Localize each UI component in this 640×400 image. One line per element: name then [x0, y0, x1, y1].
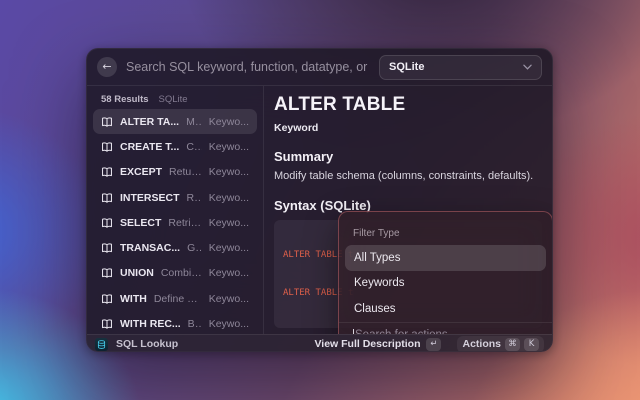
filter-option-clauses[interactable]: Clauses — [345, 296, 546, 322]
search-header: ← Search SQL keyword, function, datatype… — [87, 49, 552, 86]
results-list: 58 Results SQLite ALTER TA... Modify ta.… — [87, 86, 263, 334]
engine-dropdown-value: SQLite — [389, 61, 523, 73]
summary-text: Modify table schema (columns, constraint… — [274, 169, 542, 183]
list-item-transaction[interactable]: TRANSAC... Group st... Keywo... — [93, 235, 257, 260]
book-icon — [101, 318, 113, 330]
back-button[interactable]: ← — [97, 57, 117, 77]
item-accessory: Keywo... — [209, 242, 249, 254]
engine-dropdown[interactable]: SQLite — [379, 55, 542, 80]
item-accessory: Keywo... — [209, 166, 249, 178]
item-subtitle: Build rec... — [188, 318, 202, 330]
footer-actions: View Full Description ↵ Actions ⌘ K — [314, 336, 544, 353]
item-subtitle: Modify ta... — [186, 116, 202, 128]
item-accessory: Keywo... — [209, 293, 249, 305]
item-title: EXCEPT — [120, 166, 162, 178]
chevron-down-icon — [523, 64, 532, 70]
back-arrow-icon: ← — [102, 57, 111, 77]
filter-option-all-types[interactable]: All Types — [345, 245, 546, 271]
window-content: 58 Results SQLite ALTER TA... Modify ta.… — [87, 86, 552, 334]
item-accessory: Keywo... — [209, 116, 249, 128]
book-icon — [101, 192, 113, 204]
actions-button[interactable]: Actions ⌘ K — [457, 336, 544, 353]
item-accessory: Keywo... — [209, 192, 249, 204]
actions-search-input[interactable]: Search for actions... — [339, 322, 552, 335]
app-name: SQL Lookup — [116, 338, 178, 350]
item-title: ALTER TA... — [120, 116, 179, 128]
sql-lookup-window: ← Search SQL keyword, function, datatype… — [86, 48, 553, 352]
list-header: 58 Results SQLite — [87, 86, 263, 109]
item-subtitle: Group st... — [187, 242, 202, 254]
item-subtitle: Return rows f... — [169, 166, 202, 178]
results-engine: SQLite — [159, 94, 188, 105]
filter-type-label: Filter Type — [339, 212, 552, 245]
item-title: WITH — [120, 293, 147, 305]
results-count: 58 Results — [101, 94, 149, 105]
cmd-key-icon: ⌘ — [505, 338, 520, 351]
book-icon — [101, 217, 113, 229]
list-item-alter-table[interactable]: ALTER TA... Modify ta... Keywo... — [93, 109, 257, 134]
book-icon — [101, 267, 113, 279]
detail-type-badge: Keyword — [274, 122, 542, 134]
book-icon — [101, 141, 113, 153]
item-accessory: Keywo... — [209, 217, 249, 229]
list-item-with[interactable]: WITH Define one or m... Keywo... — [93, 286, 257, 311]
book-icon — [101, 166, 113, 178]
sql-lookup-app-icon — [95, 338, 108, 351]
item-accessory: Keywo... — [209, 267, 249, 279]
text-cursor — [353, 329, 354, 334]
list-item-with-recursive[interactable]: WITH REC... Build rec... Keywo... — [93, 311, 257, 334]
item-title: INTERSECT — [120, 192, 180, 204]
item-title: UNION — [120, 267, 154, 279]
book-icon — [101, 293, 113, 305]
item-accessory: Keywo... — [209, 318, 249, 330]
item-title: WITH REC... — [120, 318, 181, 330]
item-subtitle: Define one or m... — [154, 293, 202, 305]
list-item-create-table[interactable]: CREATE T... Create a... Keywo... — [93, 134, 257, 159]
status-bar: SQL Lookup View Full Description ↵ Actio… — [87, 334, 552, 352]
item-subtitle: Create a... — [186, 141, 201, 153]
return-key-icon: ↵ — [426, 338, 441, 351]
list-item-union[interactable]: UNION Combine resul... Keywo... — [93, 261, 257, 286]
book-icon — [101, 116, 113, 128]
desktop-background: ← Search SQL keyword, function, datatype… — [0, 0, 640, 400]
actions-search-placeholder: Search for actions... — [355, 329, 457, 334]
app-identity: SQL Lookup — [95, 338, 314, 351]
actions-label: Actions — [462, 338, 501, 350]
item-title: CREATE T... — [120, 141, 179, 153]
item-title: TRANSAC... — [120, 242, 180, 254]
item-subtitle: Return ro... — [187, 192, 202, 204]
summary-heading: Summary — [274, 149, 542, 164]
item-subtitle: Retrieve colu... — [168, 217, 201, 229]
detail-title: ALTER TABLE — [274, 94, 542, 116]
k-key-icon: K — [524, 338, 539, 351]
list-item-except[interactable]: EXCEPT Return rows f... Keywo... — [93, 160, 257, 185]
search-input[interactable]: Search SQL keyword, function, datatype, … — [126, 60, 370, 74]
item-title: SELECT — [120, 217, 161, 229]
view-full-description-button[interactable]: View Full Description — [314, 338, 420, 350]
filter-type-popover: Filter Type All Types Keywords Clauses S… — [338, 211, 552, 334]
item-accessory: Keywo... — [209, 141, 249, 153]
filter-option-keywords[interactable]: Keywords — [345, 271, 546, 297]
book-icon — [101, 242, 113, 254]
list-item-select[interactable]: SELECT Retrieve colu... Keywo... — [93, 210, 257, 235]
list-item-intersect[interactable]: INTERSECT Return ro... Keywo... — [93, 185, 257, 210]
item-subtitle: Combine resul... — [161, 267, 202, 279]
